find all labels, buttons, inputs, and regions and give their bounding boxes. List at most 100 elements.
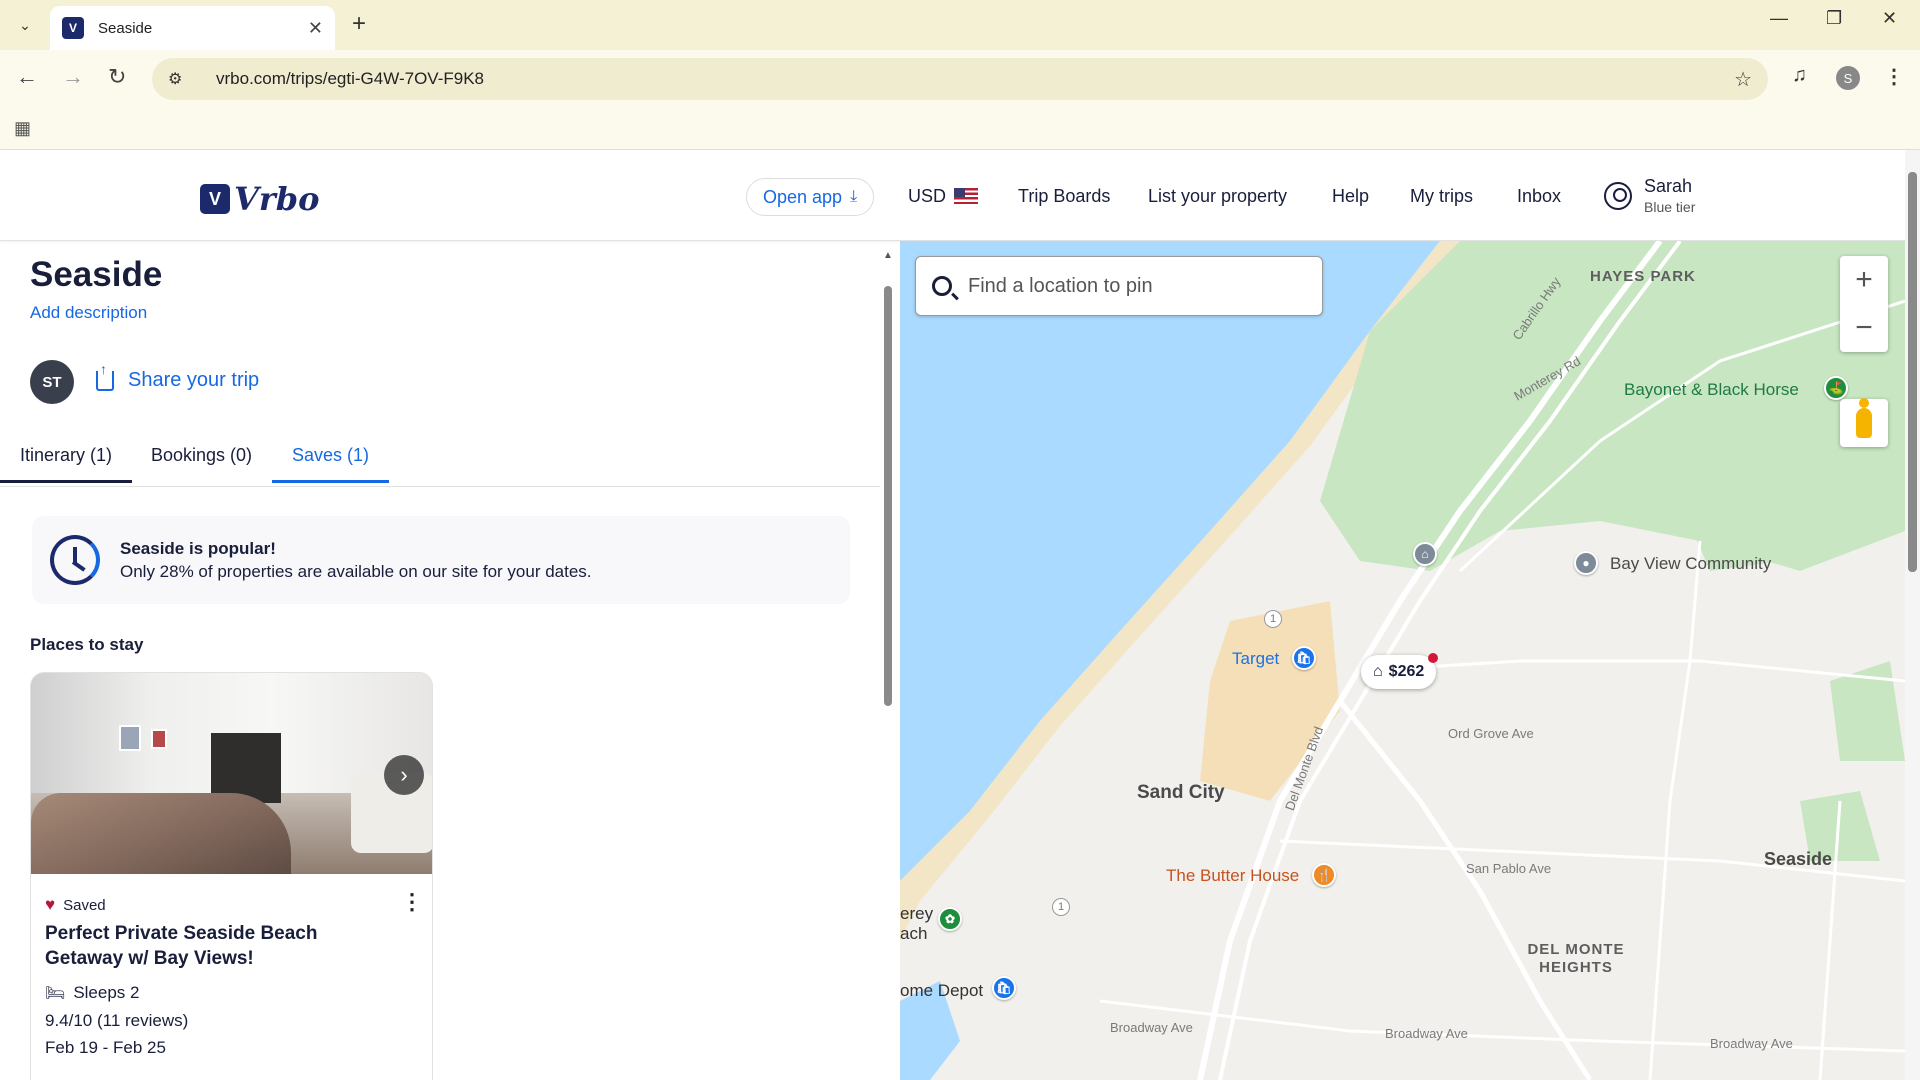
places-title: Places to stay [30, 635, 144, 654]
share-label: Share your trip [128, 369, 260, 391]
forward-icon[interactable]: → [62, 64, 84, 90]
map-label-hayes-park: HAYES PARK [1590, 268, 1696, 285]
zoom-out-icon[interactable]: − [1840, 304, 1888, 352]
browser-toolbar: ← → ↻ ⚙ vrbo.com/trips/egti-G4W-7OV-F9K8… [0, 50, 1920, 108]
profile-avatar[interactable]: S [1836, 66, 1860, 90]
bookmarks-bar: ▦ [0, 108, 1920, 150]
place-icon[interactable]: ● [1574, 551, 1598, 575]
user-tier: Blue tier [1644, 199, 1696, 215]
window-close-icon[interactable]: ✕ [1882, 8, 1897, 29]
next-photo-chevron-icon[interactable]: › [384, 755, 424, 795]
share-trip-button[interactable]: Share your trip [96, 361, 260, 392]
page-scroll-thumb[interactable] [1908, 172, 1917, 572]
map-label-sand-city: Sand City [1137, 782, 1225, 803]
school-icon[interactable]: ⌂ [1413, 542, 1437, 566]
popular-heading: Seaside is popular! [120, 538, 276, 558]
map[interactable]: + − HAYES PARK Bayonet & Black Horse ⛳ ●… [900, 241, 1905, 1080]
property-card[interactable]: › ♥ Saved ⋮ Perfect Private Seaside Beac… [30, 672, 433, 1080]
member-avatar[interactable]: ST [30, 360, 74, 404]
apps-grid-icon[interactable]: ▦ [14, 118, 31, 139]
scroll-up-arrow-icon[interactable]: ▲ [883, 250, 893, 261]
shopping-icon[interactable]: 🛍 [992, 976, 1016, 1000]
back-icon[interactable]: ← [16, 64, 38, 90]
more-options-icon[interactable]: ⋮ [401, 889, 423, 915]
tab-saves[interactable]: Saves (1) [272, 445, 390, 483]
tab-close-icon[interactable]: ✕ [308, 18, 323, 39]
tab-itinerary[interactable]: Itinerary (1) [0, 445, 133, 483]
url-text: vrbo.com/trips/egti-G4W-7OV-F9K8 [216, 69, 484, 88]
trip-tabs: Itinerary (1) Bookings (0) Saves (1) [0, 435, 880, 487]
map-label-home-depot[interactable]: ome Depot [900, 981, 983, 1001]
browser-menu-icon[interactable]: ⋮ [1884, 64, 1904, 89]
zoom-in-icon[interactable]: + [1840, 256, 1888, 304]
map-label-seaside: Seaside [1764, 849, 1833, 869]
scroll-thumb[interactable] [884, 286, 892, 706]
park-icon[interactable]: ✿ [938, 907, 962, 931]
property-price-pin[interactable]: ⌂ $262 [1361, 653, 1439, 689]
property-photo[interactable]: › [31, 673, 432, 874]
new-tab-icon[interactable]: + [352, 10, 366, 38]
popular-banner: Seaside is popular! Only 28% of properti… [32, 516, 850, 604]
us-flag-icon [954, 188, 979, 204]
map-label-broadway-3: Broadway Ave [1710, 1036, 1793, 1051]
left-pane-scrollbar[interactable]: ▲ [882, 250, 894, 1080]
account-menu[interactable]: Sarah Blue tier [1604, 176, 1695, 215]
photo-art [119, 725, 141, 751]
price-pin-label: $262 [1388, 663, 1425, 680]
map-label-monterey-edge: erey ach [900, 904, 934, 943]
map-search-input[interactable] [968, 274, 1308, 298]
nav-my-trips[interactable]: My trips [1410, 186, 1473, 207]
tab-bookings[interactable]: Bookings (0) [151, 445, 252, 480]
media-controls-icon[interactable]: ♫ [1792, 64, 1807, 87]
map-label-del-monte-heights: DEL MONTE HEIGHTS [1527, 941, 1625, 976]
property-name[interactable]: Perfect Private Seaside Beach Getaway w/… [45, 921, 345, 971]
nav-inbox[interactable]: Inbox [1517, 186, 1561, 207]
vrbo-logo[interactable]: V Vrbo [200, 180, 319, 218]
address-bar[interactable]: ⚙ vrbo.com/trips/egti-G4W-7OV-F9K8 ☆ [152, 58, 1768, 100]
page-scrollbar[interactable] [1905, 150, 1920, 1080]
bookmark-star-icon[interactable]: ☆ [1734, 67, 1752, 92]
saved-label: Saved [63, 896, 106, 914]
site-settings-icon[interactable]: ⚙ [168, 69, 198, 89]
map-label-broadway-1: Broadway Ave [1110, 1020, 1193, 1035]
browser-tab[interactable]: V Seaside ✕ [50, 6, 335, 50]
tab-title: Seaside [98, 19, 153, 37]
map-label-broadway-2: Broadway Ave [1385, 1026, 1468, 1041]
vrbo-logo-mark-icon: V [200, 184, 230, 214]
open-app-button[interactable]: Open app ⤓ [746, 178, 875, 216]
saved-badge[interactable]: ♥ Saved [45, 895, 106, 915]
add-description-link[interactable]: Add description [30, 303, 147, 323]
map-label-butter-house[interactable]: The Butter House [1166, 866, 1299, 886]
nav-list-property[interactable]: List your property [1148, 186, 1287, 207]
vrbo-logo-text: Vrbo [234, 180, 320, 218]
golf-icon[interactable]: ⛳ [1824, 376, 1848, 400]
minimize-icon[interactable]: — [1770, 8, 1788, 29]
map-label-ord-grove: Ord Grove Ave [1448, 726, 1534, 741]
share-icon [96, 361, 114, 391]
restore-icon[interactable]: ❐ [1826, 8, 1842, 29]
vrbo-favicon-icon: V [62, 17, 84, 39]
highway-1-shield: 1 [1264, 610, 1282, 628]
trip-title: Seaside [30, 255, 163, 294]
property-rating: 9.4/10 (11 reviews) [45, 1011, 189, 1030]
photo-sofa [31, 793, 291, 874]
tab-search-chevron-icon[interactable]: ⌄ [12, 12, 38, 38]
popular-text: Only 28% of properties are available on … [120, 561, 592, 581]
trip-details-pane: Seaside Add description ST Share your tr… [0, 241, 880, 1080]
user-name: Sarah [1644, 176, 1693, 196]
reload-icon[interactable]: ↻ [108, 64, 126, 90]
restaurant-icon[interactable]: 🍴 [1312, 863, 1336, 887]
browser-tab-bar: ⌄ V Seaside ✕ + — ❐ ✕ [0, 0, 1920, 50]
map-label-bay-view[interactable]: Bay View Community [1610, 554, 1771, 574]
nav-help[interactable]: Help [1332, 186, 1369, 207]
shopping-icon[interactable]: 🛍 [1292, 646, 1316, 670]
nav-trip-boards[interactable]: Trip Boards [1018, 186, 1110, 207]
map-label-target[interactable]: Target [1232, 649, 1279, 669]
site-header: V Vrbo Open app ⤓ USD Trip Boards List y… [0, 150, 1905, 241]
currency-label: USD [908, 186, 947, 206]
map-location-search[interactable] [915, 256, 1323, 316]
currency-selector[interactable]: USD [908, 186, 979, 207]
download-icon: ⤓ [850, 188, 858, 205]
map-label-bayonet[interactable]: Bayonet & Black Horse [1624, 380, 1799, 400]
street-view-pegman-icon[interactable] [1840, 398, 1888, 447]
